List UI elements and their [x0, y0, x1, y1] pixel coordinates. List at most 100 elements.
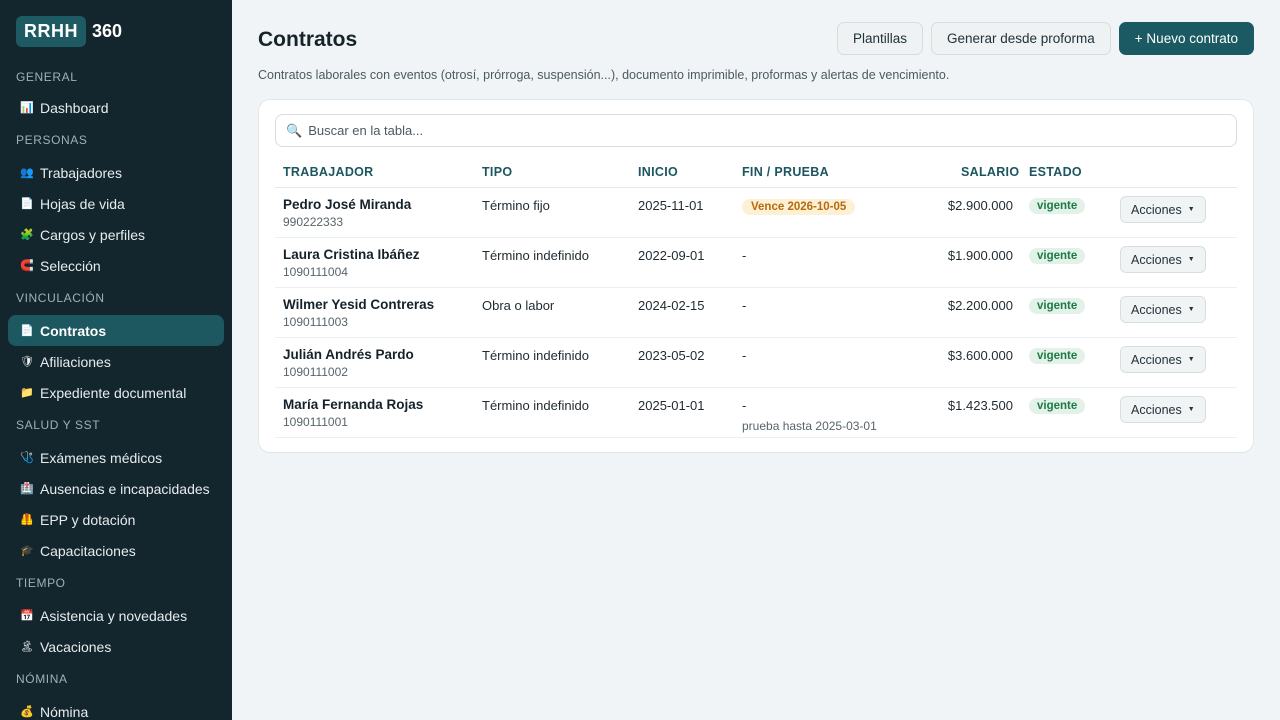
sidebar-item-expediente-documental[interactable]: 📁 Expediente documental: [8, 377, 224, 408]
worker-id: 1090111004: [283, 265, 348, 279]
status-cell: vigente: [1029, 347, 1086, 364]
column-header-salario[interactable]: SALARIO: [961, 165, 1019, 179]
money-bag-icon: 💰: [20, 706, 34, 718]
table-row[interactable]: Pedro José Miranda 990222333 Término fij…: [275, 188, 1237, 238]
worker-name[interactable]: Laura Cristina Ibáñez: [283, 247, 420, 262]
sidebar-item-label: Asistencia y novedades: [40, 607, 188, 624]
contract-type: Obra o labor: [482, 298, 555, 313]
status-badge: vigente: [1029, 198, 1086, 214]
column-header-trabajador[interactable]: TRABAJADOR: [283, 165, 374, 179]
sidebar-item-seleccion[interactable]: 🧲 Selección: [8, 250, 224, 281]
trial-period-note: prueba hasta 2025-03-01: [742, 419, 877, 433]
search-icon: 🔍: [286, 122, 303, 138]
salary: $1.423.500: [947, 398, 1013, 413]
end-trial-cell: - prueba hasta 2025-03-01: [742, 398, 877, 433]
sidebar-item-dashboard[interactable]: 📊 Dashboard: [8, 92, 224, 123]
actions-dropdown-button[interactable]: Acciones ▼: [1120, 246, 1206, 273]
document-icon: 📄: [20, 198, 34, 210]
caret-down-icon: ▼: [1187, 356, 1195, 363]
status-badge: vigente: [1029, 348, 1086, 364]
table-row[interactable]: Laura Cristina Ibáñez 1090111004 Término…: [275, 238, 1237, 288]
start-date: 2023-05-02: [638, 348, 705, 363]
magnet-icon: 🧲: [20, 260, 34, 272]
contract-icon: 📄: [20, 325, 34, 337]
start-date: 2022-09-01: [638, 248, 705, 263]
sidebar-item-examenes-medicos[interactable]: 🩺 Exámenes médicos: [8, 442, 224, 473]
sidebar-item-cargos-y-perfiles[interactable]: 🧩 Cargos y perfiles: [8, 219, 224, 250]
end-trial-cell: -: [742, 248, 746, 263]
caret-down-icon: ▼: [1187, 306, 1195, 313]
actions-dropdown-button[interactable]: Acciones ▼: [1120, 346, 1206, 373]
caret-down-icon: ▼: [1187, 406, 1195, 413]
graduation-icon: 🎓: [20, 545, 34, 557]
sidebar-item-trabajadores[interactable]: 👥 Trabajadores: [8, 157, 224, 188]
generate-from-proforma-button[interactable]: Generar desde proforma: [930, 22, 1111, 55]
worker-cell: María Fernanda Rojas 1090111001: [283, 397, 423, 429]
puzzle-icon: 🧩: [20, 229, 34, 241]
sidebar-item-label: Exámenes médicos: [40, 449, 163, 466]
sidebar-item-label: EPP y dotación: [40, 511, 136, 528]
column-header-tipo[interactable]: TIPO: [482, 165, 512, 179]
sidebar-item-vacaciones[interactable]: 🏝 Vacaciones: [8, 631, 224, 662]
column-header-inicio[interactable]: INICIO: [638, 165, 678, 179]
status-cell: vigente: [1029, 297, 1086, 314]
sidebar-item-label: Ausencias e incapacidades: [40, 480, 210, 497]
status-badge: vigente: [1029, 248, 1086, 264]
end-date: -: [742, 248, 747, 263]
templates-button[interactable]: Plantillas: [836, 22, 923, 55]
end-trial-cell: Vence 2026-10-05: [742, 198, 856, 215]
sidebar-item-asistencia-y-novedades[interactable]: 📅 Asistencia y novedades: [8, 600, 224, 631]
worker-cell: Laura Cristina Ibáñez 1090111004: [283, 247, 420, 279]
worker-name[interactable]: Julián Andrés Pardo: [283, 347, 414, 362]
salary: $1.900.000: [947, 248, 1013, 263]
caret-down-icon: ▼: [1187, 256, 1195, 263]
sidebar-item-label: Cargos y perfiles: [40, 226, 146, 243]
new-contract-button[interactable]: + Nuevo contrato: [1118, 22, 1254, 55]
sidebar-section-title: PERSONAS: [16, 133, 88, 147]
sidebar-item-contratos[interactable]: 📄 Contratos: [8, 315, 224, 346]
column-header-estado[interactable]: ESTADO: [1029, 165, 1082, 179]
sidebar-item-label: Vacaciones: [40, 638, 112, 655]
stethoscope-icon: 🩺: [20, 452, 34, 464]
folder-icon: 📁: [20, 387, 34, 399]
sidebar-item-ausencias-e-incapacidades[interactable]: 🏥 Ausencias e incapacidades: [8, 473, 224, 504]
sidebar-section-title: VINCULACIÓN: [16, 291, 105, 305]
search-input[interactable]: [308, 123, 1209, 138]
status-badge: vigente: [1029, 398, 1086, 414]
end-date: -: [742, 348, 747, 363]
brand-logo[interactable]: RRHH 360: [16, 16, 122, 47]
sidebar: RRHH 360 GENERAL 📊 Dashboard PERSONAS 👥 Traba…: [0, 0, 232, 720]
worker-id: 1090111001: [283, 415, 348, 429]
sidebar-item-hojas-de-vida[interactable]: 📄 Hojas de vida: [8, 188, 224, 219]
table-row[interactable]: María Fernanda Rojas 1090111001 Término …: [275, 388, 1237, 438]
chart-icon: 📊: [20, 102, 34, 114]
sidebar-item-capacitaciones[interactable]: 🎓 Capacitaciones: [8, 535, 224, 566]
sidebar-item-label: Capacitaciones: [40, 542, 136, 559]
actions-dropdown-button[interactable]: Acciones ▼: [1120, 296, 1206, 323]
sidebar-item-label: Dashboard: [40, 99, 109, 116]
table-row[interactable]: Wilmer Yesid Contreras 1090111003 Obra o…: [275, 288, 1237, 338]
end-trial-cell: -: [742, 298, 746, 313]
end-date: -: [742, 398, 747, 413]
worker-name[interactable]: María Fernanda Rojas: [283, 397, 423, 412]
sidebar-item-label: Expediente documental: [40, 384, 187, 401]
salary: $2.900.000: [947, 198, 1013, 213]
column-header-fin-prueba[interactable]: FIN / PRUEBA: [742, 165, 829, 179]
worker-name[interactable]: Wilmer Yesid Contreras: [283, 297, 434, 312]
sidebar-item-label: Selección: [40, 257, 101, 274]
actions-label: Acciones: [1131, 402, 1182, 417]
status-cell: vigente: [1029, 247, 1086, 264]
caret-down-icon: ▼: [1187, 206, 1195, 213]
brand-box: RRHH: [16, 16, 86, 47]
status-cell: vigente: [1029, 197, 1086, 214]
actions-dropdown-button[interactable]: Acciones ▼: [1120, 396, 1206, 423]
actions-dropdown-button[interactable]: Acciones ▼: [1120, 196, 1206, 223]
worker-name[interactable]: Pedro José Miranda: [283, 197, 411, 212]
header-actions: Plantillas Generar desde proforma + Nuev…: [836, 22, 1254, 55]
sidebar-item-epp-y-dotacion[interactable]: 🦺 EPP y dotación: [8, 504, 224, 535]
sidebar-item-nomina[interactable]: 💰 Nómina: [8, 696, 224, 720]
worker-id: 1090111003: [283, 315, 348, 329]
table-row[interactable]: Julián Andrés Pardo 1090111002 Término i…: [275, 338, 1237, 388]
sidebar-item-afiliaciones[interactable]: 🛡 Afiliaciones: [8, 346, 224, 377]
table-header: TRABAJADOR TIPO INICIO FIN / PRUEBA SALA…: [275, 158, 1237, 188]
